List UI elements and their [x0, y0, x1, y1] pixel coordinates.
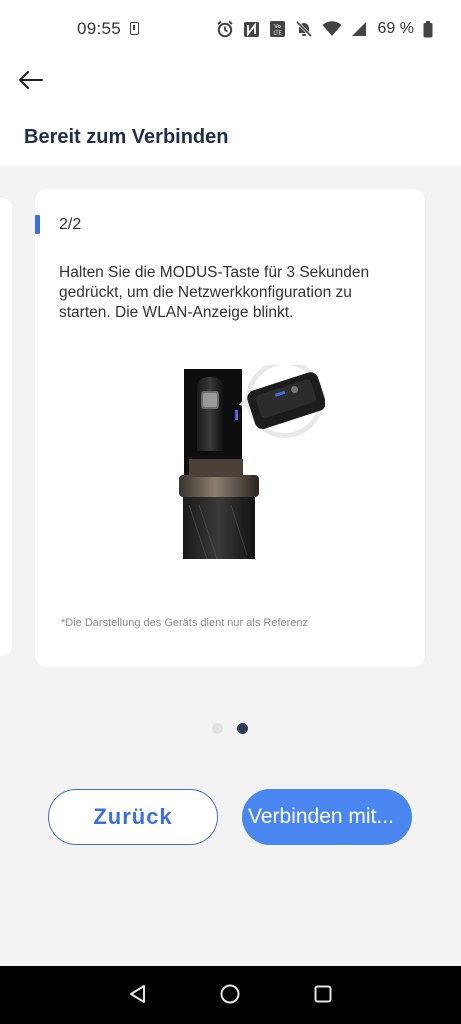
page-title: Bereit zum Verbinden — [24, 126, 229, 148]
svg-text:LTE: LTE — [273, 31, 281, 37]
previous-card[interactable] — [0, 198, 12, 656]
step-indicator-bar — [35, 215, 40, 234]
header: Bereit zum Verbinden — [0, 58, 461, 166]
page-indicator — [212, 723, 248, 734]
status-bar: 09:55 Vo LTE 69 % — [0, 0, 461, 58]
step-counter: 2/2 — [59, 216, 82, 233]
arrow-left-icon — [19, 71, 43, 89]
nfc-icon — [243, 21, 259, 37]
vacuum-device-illustration — [179, 365, 325, 560]
nav-home-icon[interactable] — [220, 984, 240, 1004]
nav-recents-icon[interactable] — [314, 985, 332, 1003]
do-not-disturb-off-icon — [295, 20, 312, 38]
back-button[interactable] — [12, 62, 48, 98]
battery-icon — [423, 20, 433, 37]
svg-text:Vo: Vo — [274, 24, 281, 30]
wifi-icon — [322, 21, 342, 36]
instruction-card: 2/2 Halten Sie die MODUS-Taste für 3 Sek… — [35, 189, 425, 667]
instruction-text: Halten Sie die MODUS-Taste für 3 Sekunde… — [59, 264, 370, 321]
system-nav-bar — [0, 966, 461, 1024]
disclaimer-text: *Die Darstellung des Geräts dient nur al… — [61, 617, 309, 629]
volte-icon: Vo LTE — [269, 21, 285, 37]
connect-button[interactable]: Verbinden mit... — [242, 789, 412, 845]
cell-signal-icon — [351, 22, 366, 36]
status-time: 09:55 — [77, 19, 122, 38]
battery-percentage: 69 % — [377, 20, 414, 37]
page-dot-1[interactable] — [212, 723, 223, 734]
alarm-icon — [216, 20, 233, 38]
back-step-button[interactable]: Zurück — [48, 789, 218, 845]
page-dot-2[interactable] — [237, 723, 248, 734]
status-icons: Vo LTE 69 % — [216, 17, 433, 41]
nav-back-icon[interactable] — [128, 984, 148, 1004]
sim-card-icon — [130, 22, 139, 35]
